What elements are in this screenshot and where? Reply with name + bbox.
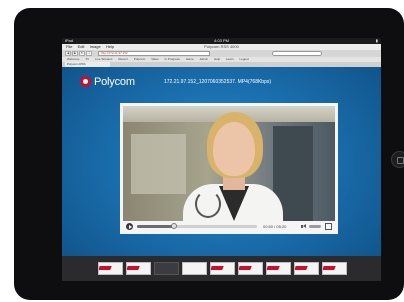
video-thumbnail[interactable] (322, 262, 347, 275)
fullscreen-button[interactable] (325, 223, 332, 230)
page-content: Polycom 172.21.97.152_1207060352537. MP4… (62, 67, 381, 281)
play-button[interactable] (126, 223, 133, 230)
video-thumbnail[interactable] (126, 262, 151, 275)
stethoscope-icon (195, 190, 221, 218)
bookmark-item[interactable]: Video (151, 57, 159, 61)
video-thumbnail[interactable] (182, 262, 207, 275)
bookmark-item[interactable]: In Progress (165, 57, 180, 61)
bookmark-item[interactable]: Help (214, 57, 220, 61)
thumbnail-strip (62, 256, 381, 281)
player-controls: 00:50 / 05:20 (123, 222, 335, 231)
ipad-frame: iPad 4:03 PM ▮ Polycom RSS 4000 File Edi… (14, 8, 404, 300)
video-title: 172.21.97.152_1207060352537. MP4(768Kbps… (164, 79, 272, 85)
back-button[interactable]: ◀ (65, 51, 71, 56)
volume-icon[interactable] (301, 224, 307, 229)
search-input[interactable] (272, 51, 322, 56)
video-thumbnail[interactable] (266, 262, 291, 275)
bookmark-item[interactable]: Home (186, 57, 194, 61)
bookmark-item[interactable]: Learn (226, 57, 234, 61)
browser-toolbar: ◀ ▶ ↻ ⌂ http://172.21.97.152 (62, 50, 381, 57)
home-square-icon (397, 157, 404, 164)
forward-button[interactable]: ▶ (72, 51, 78, 56)
address-bar[interactable]: http://172.21.97.152 (98, 51, 210, 56)
bookmark-item[interactable]: Admin (200, 57, 209, 61)
home-page-button[interactable]: ⌂ (86, 51, 92, 56)
time-display: 00:50 / 05:20 (263, 224, 287, 229)
screen: iPad 4:03 PM ▮ Polycom RSS 4000 File Edi… (62, 38, 381, 281)
video-player: 00:50 / 05:20 (120, 103, 338, 234)
bookmark-item[interactable]: Recent (118, 57, 128, 61)
logo-text: Polycom (94, 76, 135, 88)
video-thumbnail[interactable] (210, 262, 235, 275)
bookmark-item[interactable]: TV (85, 57, 89, 61)
bookmark-item[interactable]: Polycom (134, 57, 146, 61)
video-thumbnail[interactable] (294, 262, 319, 275)
polycom-logo-icon (80, 76, 91, 87)
video-thumbnail[interactable] (154, 262, 179, 275)
seek-progress (137, 225, 175, 228)
doctor-face (213, 122, 255, 176)
seek-handle[interactable] (171, 223, 178, 229)
bookmark-item[interactable]: Logout (239, 57, 248, 61)
seek-bar[interactable] (137, 223, 257, 229)
video-frame[interactable] (123, 106, 335, 221)
bookmark-item[interactable]: Welcome (67, 57, 79, 61)
video-thumbnail[interactable] (238, 262, 263, 275)
home-button[interactable] (391, 151, 404, 168)
volume-slider[interactable] (309, 225, 321, 228)
reload-button[interactable]: ↻ (79, 51, 85, 56)
bookmark-item[interactable]: Live Streams (95, 57, 113, 61)
video-thumbnail[interactable] (98, 262, 123, 275)
